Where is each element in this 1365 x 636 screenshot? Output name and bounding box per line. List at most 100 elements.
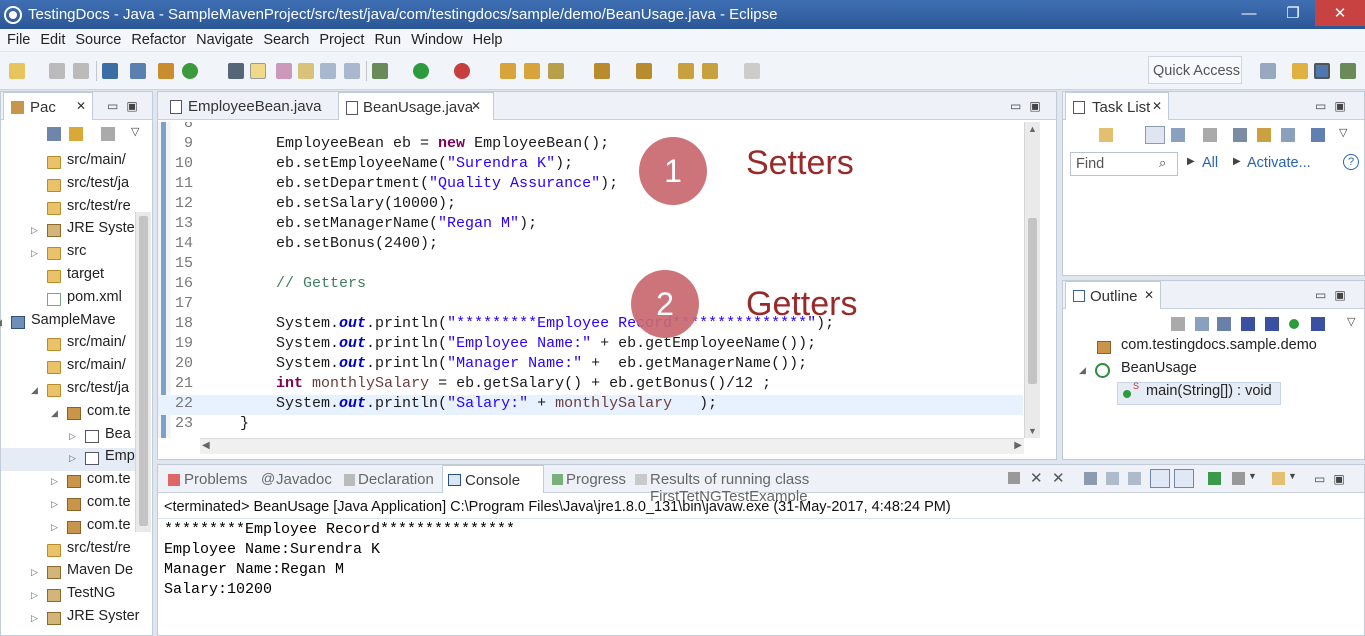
expand-arrow-icon[interactable]: ▷	[51, 476, 58, 487]
code-line[interactable]: 22 System.out.println("Salary:" + monthl…	[158, 395, 1023, 415]
expand-arrow-icon[interactable]: ▷	[51, 522, 58, 533]
new-icon[interactable]	[9, 63, 25, 79]
menu-source[interactable]: Source	[70, 32, 126, 48]
run-icon[interactable]	[413, 63, 429, 79]
menu-file[interactable]: File	[2, 32, 35, 48]
sort-icon[interactable]	[1217, 317, 1231, 331]
view-menu-icon[interactable]: ▽	[1339, 126, 1347, 139]
back-icon[interactable]	[702, 63, 718, 79]
menu-navigate[interactable]: Navigate	[191, 32, 258, 48]
previous-annotation-icon[interactable]	[636, 63, 652, 79]
code-line[interactable]: 8	[158, 122, 1023, 135]
all-link[interactable]: All	[1202, 155, 1218, 171]
activate-link[interactable]: Activate...	[1247, 155, 1311, 171]
categorized-icon[interactable]	[1145, 126, 1165, 144]
code-line[interactable]: 15	[158, 255, 1023, 275]
open-file-icon[interactable]	[524, 63, 540, 79]
forward-icon[interactable]	[744, 63, 760, 79]
help-icon[interactable]: ?	[1343, 154, 1359, 170]
expand-arrow-icon[interactable]: ▷	[31, 590, 38, 601]
code-line[interactable]: 13 eb.setManagerName("Regan M");	[158, 215, 1023, 235]
terminate-icon[interactable]	[1008, 472, 1020, 484]
outline-item-method[interactable]: S main(String[]) : void	[1117, 381, 1281, 405]
scheduled-icon[interactable]	[1171, 128, 1185, 142]
package-explorer-scrollbar[interactable]	[135, 212, 151, 532]
search-icon[interactable]	[276, 63, 292, 79]
focus-icon[interactable]	[1203, 128, 1217, 142]
pin-console-icon[interactable]	[1208, 472, 1221, 485]
tab-progress[interactable]: Progress	[548, 465, 626, 493]
hide-fields-icon[interactable]	[1241, 317, 1255, 331]
scroll-lock-icon[interactable]	[1106, 472, 1119, 485]
collapse-all-icon[interactable]	[47, 127, 61, 141]
expand-arrow-icon[interactable]: ▷	[69, 453, 76, 464]
editor-horizontal-scrollbar[interactable]: ◀ ▶	[200, 438, 1024, 454]
code-line[interactable]: 19 System.out.println("Employee Name:" +…	[158, 335, 1023, 355]
open-console-icon[interactable]	[1272, 472, 1285, 485]
close-icon[interactable]: ✕	[1144, 288, 1154, 302]
expand-arrow-icon[interactable]: ◢	[0, 317, 2, 328]
remove-all-icon[interactable]: ✕	[1052, 469, 1065, 487]
dropdown-arrow-icon[interactable]: ▼	[1288, 471, 1297, 481]
menu-refactor[interactable]: Refactor	[126, 32, 191, 48]
terminal-icon[interactable]	[102, 63, 118, 79]
code-line[interactable]: 9 EmployeeBean eb = new EmployeeBean();	[158, 135, 1023, 155]
hide-local-types-icon[interactable]	[1311, 317, 1325, 331]
word-wrap-icon[interactable]	[1128, 472, 1141, 485]
clear-console-icon[interactable]	[1084, 472, 1097, 485]
scroll-left-icon[interactable]: ◀	[202, 440, 210, 451]
close-icon[interactable]: ✕	[1152, 99, 1162, 113]
java-ee-perspective-icon[interactable]	[1292, 63, 1308, 79]
open-type-icon[interactable]	[228, 63, 244, 79]
focus-icon[interactable]	[1171, 317, 1185, 331]
toggle-mark-icon[interactable]	[250, 63, 266, 79]
collapse-all-icon[interactable]	[1281, 128, 1295, 142]
code-line[interactable]: 11 eb.setDepartment("Quality Assurance")…	[158, 175, 1023, 195]
save-all-icon[interactable]	[73, 63, 89, 79]
block-selection-icon[interactable]	[320, 63, 336, 79]
display-console-icon[interactable]	[1232, 472, 1245, 485]
tab-declaration[interactable]: Declaration	[342, 465, 442, 493]
code-line[interactable]: 14 eb.setBonus(2400);	[158, 235, 1023, 255]
coverage-icon[interactable]	[454, 63, 470, 79]
minimize-maximize-icon[interactable]: ▭▣	[107, 99, 146, 113]
expand-arrow-icon[interactable]: ▷	[69, 431, 76, 442]
expand-arrow-icon[interactable]: ◢	[51, 408, 58, 419]
pen-icon[interactable]	[548, 63, 564, 79]
code-line[interactable]: 21 int monthlySalary = eb.getSalary() + …	[158, 375, 1023, 395]
menu-project[interactable]: Project	[314, 32, 369, 48]
show-console-stdout-icon[interactable]	[1150, 469, 1170, 488]
code-line[interactable]: 17	[158, 295, 1023, 315]
restore-button[interactable]: ❐	[1271, 0, 1315, 26]
expand-arrow-icon[interactable]: ▷	[31, 225, 38, 236]
open-folder-icon[interactable]	[500, 63, 516, 79]
hide-completed-icon[interactable]	[1233, 128, 1247, 142]
focus-icon[interactable]	[101, 127, 115, 141]
view-menu-icon[interactable]: ▽	[131, 125, 139, 138]
scroll-up-icon[interactable]: ▲	[1028, 124, 1037, 134]
dropdown-arrow-icon[interactable]: ▼	[1248, 471, 1257, 481]
expand-arrow-icon[interactable]: ◢	[31, 385, 38, 396]
code-line[interactable]: 18 System.out.println("*********Employee…	[158, 315, 1023, 335]
tab-task-list[interactable]: Task List ✕	[1065, 92, 1169, 120]
tab-employeebean-java[interactable]: EmployeeBean.java	[162, 92, 334, 120]
new-task-icon[interactable]	[1099, 128, 1113, 142]
minimize-maximize-icon[interactable]: ▭▣	[1315, 99, 1354, 113]
tab-package-explorer[interactable]: Pac ✕	[3, 92, 93, 120]
close-icon[interactable]: ✕	[76, 99, 86, 113]
code-line[interactable]: 23 }	[158, 415, 1023, 435]
new-package-icon[interactable]	[158, 63, 174, 79]
skip-breakpoints-icon[interactable]	[130, 63, 146, 79]
tab-beanusage-java[interactable]: BeanUsage.java ✕	[338, 92, 494, 120]
expand-arrow-icon[interactable]: ▷	[31, 613, 38, 624]
annotation-icon[interactable]	[298, 63, 314, 79]
tab-outline[interactable]: Outline ✕	[1065, 281, 1161, 309]
scroll-down-icon[interactable]: ▼	[1028, 426, 1037, 436]
menu-edit[interactable]: Edit	[35, 32, 70, 48]
debug-icon[interactable]	[372, 63, 388, 79]
code-line[interactable]: 10 eb.setEmployeeName("Surendra K");	[158, 155, 1023, 175]
package-tree-item[interactable]: ▷ Emp	[1, 448, 141, 472]
close-icon[interactable]: ✕	[471, 99, 481, 113]
tab-javadoc[interactable]: @ Javadoc	[256, 465, 342, 493]
minimize-maximize-icon[interactable]: ▭▣	[1010, 99, 1049, 113]
